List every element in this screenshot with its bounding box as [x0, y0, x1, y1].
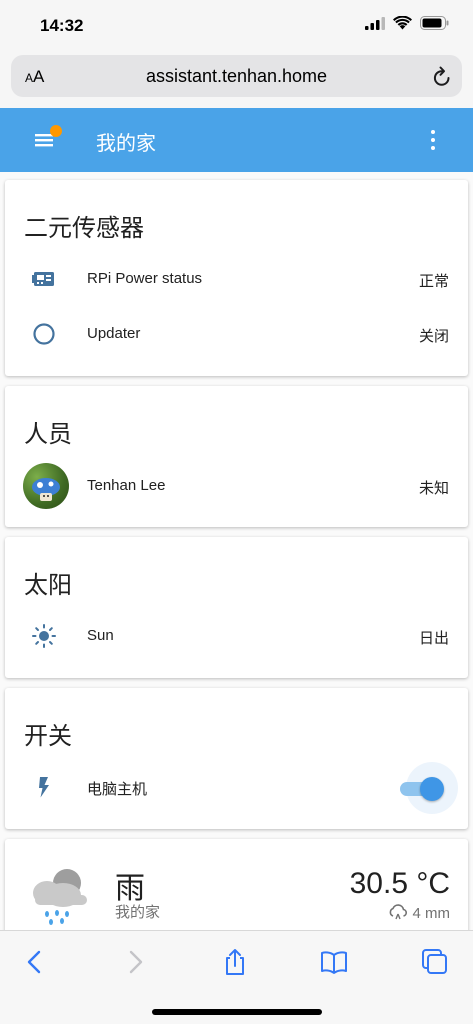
person-card: 人员 Tenhan Lee 未知: [5, 386, 468, 527]
weather-location: 我的家: [115, 904, 161, 921]
binary-sensor-card: 二元传感器 RPi Power status 正常 Updater 关闭: [5, 180, 468, 376]
reload-icon[interactable]: [432, 66, 452, 88]
card-title: 人员: [24, 421, 72, 448]
card-title: 太阳: [24, 572, 72, 599]
card-title: 开关: [24, 723, 72, 750]
entity-name: Updater: [87, 325, 141, 342]
entity-state: 日出: [418, 630, 449, 647]
page-title: 我的家: [96, 133, 156, 155]
entity-row[interactable]: Tenhan Lee 未知: [5, 461, 468, 511]
status-icons: [365, 16, 449, 30]
power-toggle[interactable]: [396, 762, 458, 814]
flash-icon: [39, 777, 49, 798]
app-header: 我的家: [0, 108, 473, 172]
entity-name: 电脑主机: [87, 781, 148, 798]
home-indicator: [152, 1009, 322, 1015]
bookmarks-icon[interactable]: [319, 947, 349, 977]
weather-precipitation: 4 mm: [387, 904, 450, 922]
rain-cloud-icon: [389, 904, 407, 920]
status-bar: 14:32: [0, 0, 473, 52]
rainy-cloud-icon: [33, 869, 87, 925]
status-time: 14:32: [40, 16, 84, 35]
raspberry-pi-icon: [32, 272, 54, 286]
entity-state: 未知: [418, 480, 449, 497]
entity-state: 正常: [418, 273, 449, 290]
entity-name: Tenhan Lee: [87, 477, 166, 494]
address-bar[interactable]: AA assistant.tenhan.home: [11, 55, 462, 97]
sun-icon: [32, 624, 56, 648]
more-options-icon[interactable]: [429, 130, 437, 150]
card-title: 二元传感器: [24, 215, 144, 242]
back-icon[interactable]: [20, 947, 50, 977]
forward-icon[interactable]: [120, 947, 150, 977]
battery-icon: [420, 16, 449, 30]
entity-state: 关闭: [418, 328, 449, 345]
url-text[interactable]: assistant.tenhan.home: [11, 66, 462, 87]
cellular-signal-icon: [365, 16, 385, 30]
switch-card: 开关 电脑主机: [5, 688, 468, 829]
avatar: [23, 463, 69, 509]
entity-row[interactable]: Updater 关闭: [5, 309, 468, 359]
entity-name: RPi Power status: [87, 270, 203, 287]
share-icon[interactable]: [220, 947, 250, 977]
circle-outline-icon: [33, 323, 55, 345]
browser-toolbar: AA assistant.tenhan.home: [0, 52, 473, 108]
entity-row[interactable]: 电脑主机: [5, 762, 468, 814]
entity-name: Sun: [87, 627, 114, 644]
tabs-icon[interactable]: [420, 947, 450, 977]
notification-badge: [50, 125, 62, 137]
weather-temperature: 30.5 °C: [349, 867, 450, 900]
wifi-icon: [393, 16, 412, 30]
entity-row[interactable]: Sun 日出: [5, 611, 468, 661]
entity-row[interactable]: RPi Power status 正常: [5, 254, 468, 304]
sun-card: 太阳 Sun 日出: [5, 537, 468, 678]
